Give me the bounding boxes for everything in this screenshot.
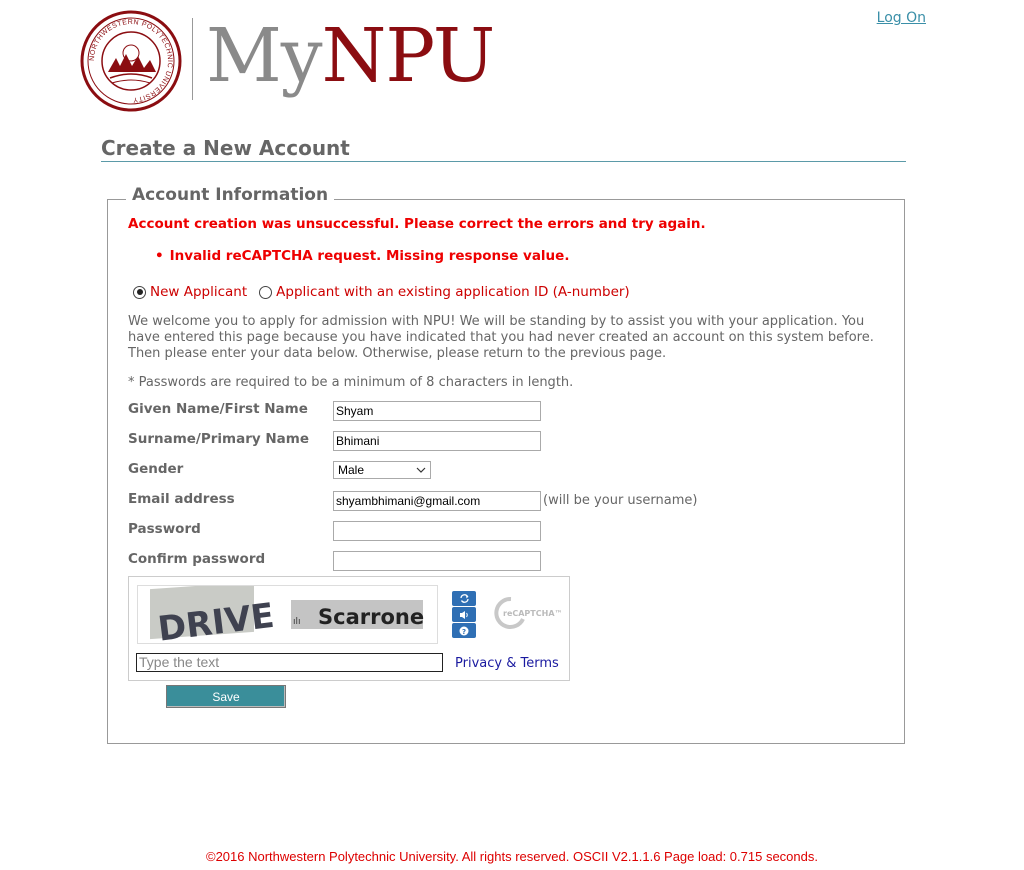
save-button[interactable]: Save [166,685,286,708]
password-input[interactable] [333,521,541,541]
gender-select[interactable]: Male [333,461,431,479]
svg-text:?: ? [462,628,466,636]
welcome-text: We welcome you to apply for admission wi… [128,314,874,361]
gender-selected-value: Male [338,463,365,477]
confirm-password-input[interactable] [333,551,541,571]
footer-copyright: ©2016 Northwestern Polytechnic Universit… [206,849,818,864]
mynpu-brand: MyNPU [206,13,495,99]
first-name-input[interactable]: Shyam [333,401,541,421]
surname-input[interactable]: Bhimani [333,431,541,451]
applicant-type-radio-group: New Applicant Applicant with an existing… [133,284,642,300]
email-username-note: (will be your username) [543,493,698,508]
fieldset-legend: Account Information [126,185,335,205]
help-icon[interactable]: ? [452,623,476,638]
new-applicant-radio[interactable] [133,285,146,299]
recaptcha-logo: reCAPTCHA™ [494,596,561,629]
captcha-word-2: Scarrone [318,605,424,629]
error-list-item: • Invalid reCAPTCHA request. Missing resp… [155,248,570,264]
log-on-link[interactable]: Log On [877,10,926,26]
existing-applicant-radio[interactable] [259,285,273,299]
gender-label: Gender [128,461,184,477]
password-label: Password [128,521,201,537]
password-requirement-note: * Passwords are required to be a minimum… [128,375,574,390]
surname-label: Surname/Primary Name [128,431,310,447]
error-summary: Account creation was unsuccessful. Pleas… [128,216,706,232]
title-divider [101,161,906,162]
confirm-password-label: Confirm password [128,551,266,567]
email-label: Email address [128,491,235,507]
privacy-terms-link[interactable]: Privacy & Terms [455,656,559,671]
captcha-response-input[interactable]: Type the text [136,653,443,672]
audio-icon[interactable] [452,607,476,622]
new-applicant-label[interactable]: New Applicant [150,284,247,300]
chevron-down-icon [416,467,426,473]
header-divider [192,18,193,100]
captcha-word-2-prefix: ılı [293,617,301,627]
svg-text:reCAPTCHA™: reCAPTCHA™ [503,609,561,618]
existing-applicant-label[interactable]: Applicant with an existing application I… [276,284,630,300]
page-title: Create a New Account [101,136,350,160]
npu-seal-logo: NORTHWESTERN POLYTECHNIC UNIVERSITY [80,10,182,112]
captcha-image: DRIVE ılı Scarrone [137,585,438,644]
email-input[interactable]: shyambhimani@gmail.com [333,491,541,511]
refresh-icon[interactable] [452,591,476,606]
first-name-label: Given Name/First Name [128,401,308,417]
